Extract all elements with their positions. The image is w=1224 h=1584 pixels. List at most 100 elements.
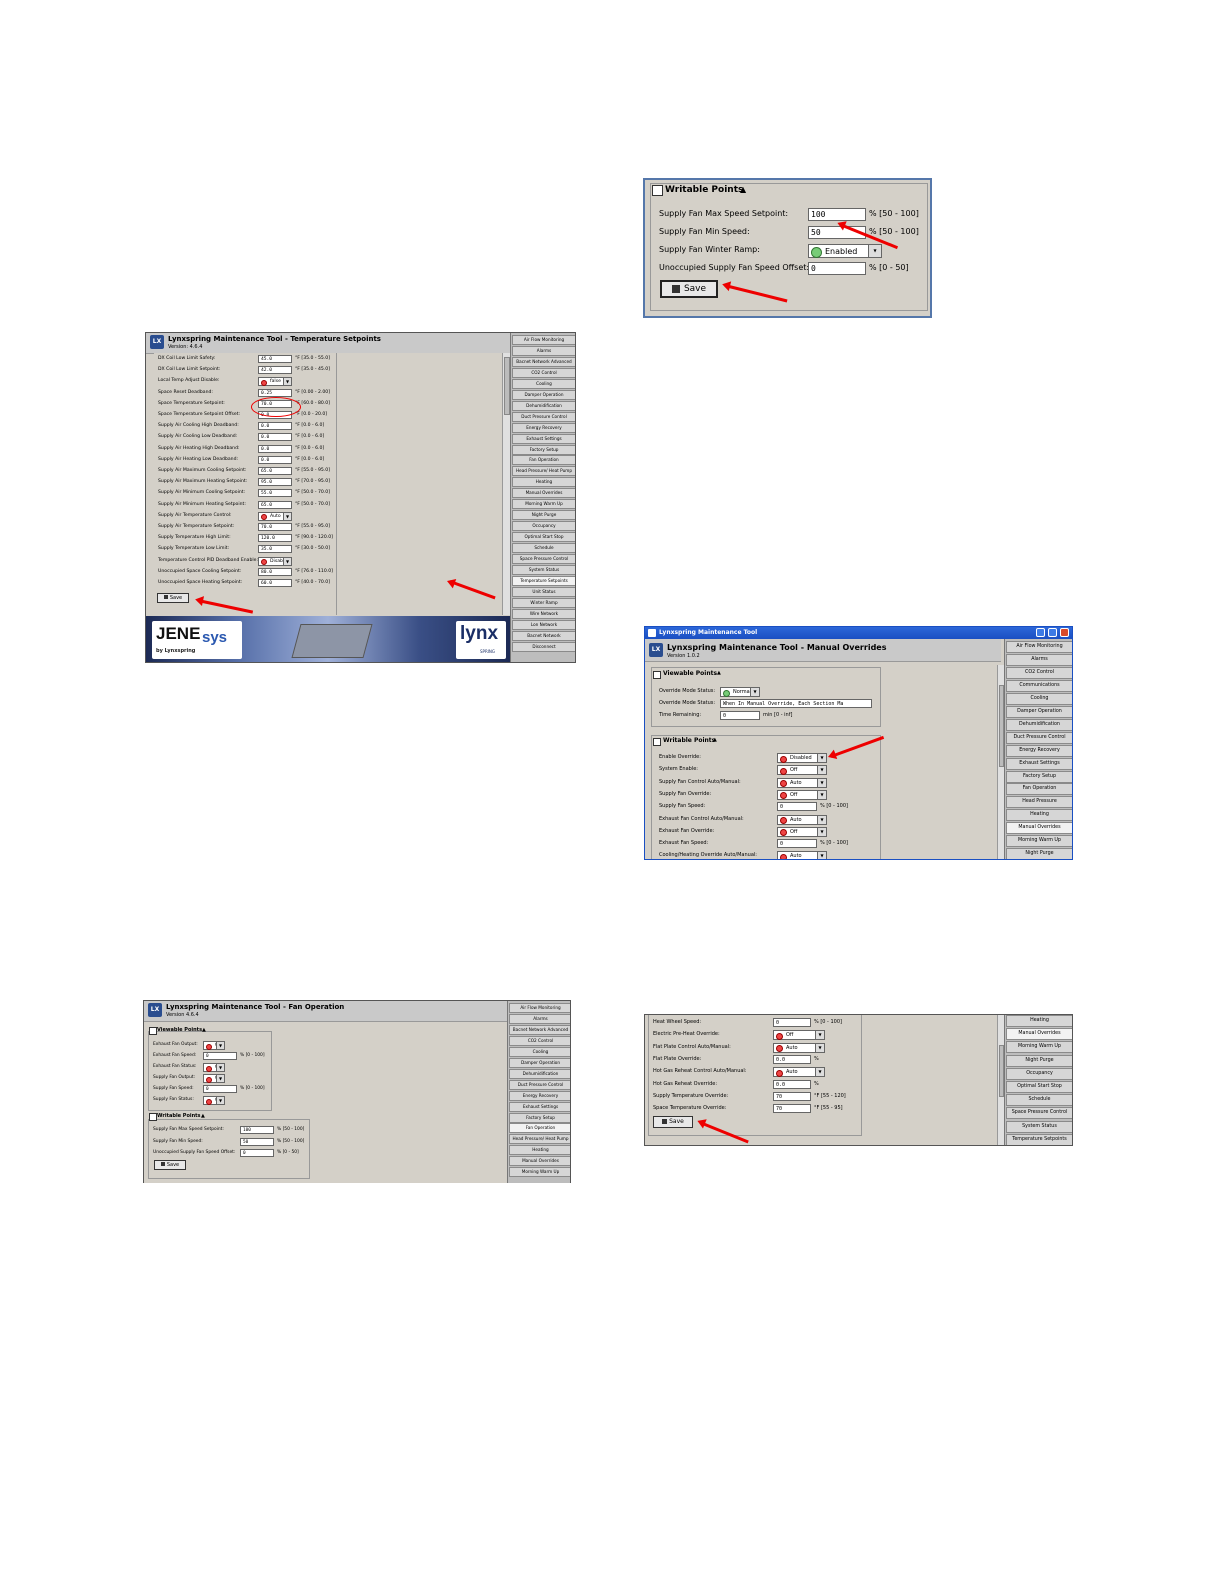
- value-field[interactable]: 0.0: [258, 422, 292, 431]
- sidebar-item[interactable]: Morning Warm Up: [1006, 1041, 1072, 1054]
- chevron-down-icon[interactable]: ▼: [216, 1097, 224, 1104]
- sidebar-item[interactable]: Wire Network: [512, 608, 575, 619]
- sidebar-item[interactable]: Bacnet Network Advanced: [509, 1024, 570, 1035]
- dropdown-select[interactable]: Off▼: [777, 765, 827, 776]
- save-button[interactable]: Save: [660, 280, 718, 298]
- value-field[interactable]: 50: [240, 1137, 274, 1146]
- sidebar-item[interactable]: Winter Ramp: [512, 597, 575, 608]
- value-field[interactable]: 0: [203, 1052, 237, 1060]
- collapse-icon[interactable]: ▲: [717, 670, 721, 676]
- sidebar-item[interactable]: Exhaust Settings: [512, 433, 575, 444]
- chevron-down-icon[interactable]: ▼: [216, 1075, 224, 1082]
- sidebar-item[interactable]: Heating: [1006, 809, 1072, 822]
- chevron-down-icon[interactable]: ▼: [868, 245, 881, 257]
- value-field[interactable]: 0.0: [258, 444, 292, 453]
- value-field[interactable]: 70.0: [258, 523, 292, 531]
- chevron-down-icon[interactable]: ▼: [817, 766, 826, 775]
- sidebar-item[interactable]: Damper Operation: [1006, 705, 1072, 718]
- dropdown-select[interactable]: Off▼: [203, 1096, 225, 1105]
- sidebar-item[interactable]: Dehumidification: [1006, 718, 1072, 731]
- value-field[interactable]: 95.0: [258, 478, 292, 487]
- chevron-down-icon[interactable]: ▼: [216, 1042, 224, 1049]
- sidebar-item[interactable]: Optimal Start Stop: [512, 532, 575, 543]
- dropdown-select[interactable]: Normal ▼: [720, 687, 760, 697]
- dropdown-select[interactable]: false ▼: [258, 377, 292, 387]
- sidebar-item[interactable]: System Status: [1006, 1120, 1072, 1133]
- sidebar-item[interactable]: Temperature Setpoints: [1006, 1133, 1072, 1145]
- dropdown-select[interactable]: Off▼: [777, 789, 827, 800]
- sidebar-item[interactable]: Factory Setup: [512, 444, 575, 455]
- chevron-down-icon[interactable]: ▼: [283, 557, 291, 565]
- chevron-down-icon[interactable]: ▼: [817, 790, 826, 799]
- sidebar-item[interactable]: Fan Operation: [509, 1123, 570, 1134]
- minimize-icon[interactable]: [1036, 628, 1045, 637]
- chevron-down-icon[interactable]: ▼: [817, 754, 826, 762]
- chevron-down-icon[interactable]: ▼: [817, 778, 826, 787]
- sidebar-item[interactable]: CO2 Control: [1006, 666, 1072, 679]
- sidebar-item[interactable]: Energy Recovery: [1006, 744, 1072, 757]
- sidebar-item[interactable]: Bacnet Network: [512, 630, 575, 641]
- sidebar-item[interactable]: Night Purge: [1006, 848, 1072, 859]
- sidebar-item[interactable]: Alarms: [509, 1013, 570, 1024]
- value-field[interactable]: 100: [240, 1126, 274, 1134]
- dropdown-select[interactable]: Off▼: [203, 1041, 225, 1050]
- sidebar-item[interactable]: Fan Operation: [1006, 783, 1072, 796]
- chevron-down-icon[interactable]: ▼: [283, 512, 291, 520]
- sidebar-item[interactable]: Duct Pressure Control: [509, 1079, 570, 1090]
- value-field[interactable]: 0: [777, 839, 817, 849]
- sidebar-item[interactable]: Cooling: [509, 1046, 570, 1057]
- value-field[interactable]: 0: [808, 262, 866, 275]
- value-field[interactable]: 120.0: [258, 534, 292, 543]
- dropdown-select[interactable]: Off▼: [203, 1074, 225, 1083]
- sidebar-item[interactable]: Schedule: [1006, 1094, 1072, 1107]
- dropdown-select[interactable]: Auto ▼: [258, 511, 292, 521]
- sidebar-item[interactable]: Dehumidification: [512, 400, 575, 411]
- save-button[interactable]: Save: [157, 593, 189, 603]
- sidebar-item[interactable]: Alarms: [512, 345, 575, 356]
- value-field[interactable]: 0.25: [258, 388, 292, 397]
- sidebar-item[interactable]: Air Flow Monitoring: [1006, 641, 1072, 653]
- sidebar-item[interactable]: Exhaust Settings: [1006, 757, 1072, 770]
- maximize-icon[interactable]: [1048, 628, 1057, 637]
- sidebar-item[interactable]: Air Flow Monitoring: [509, 1003, 570, 1013]
- sidebar-item[interactable]: Schedule: [512, 543, 575, 554]
- sidebar-item[interactable]: System Status: [512, 564, 575, 575]
- close-icon[interactable]: [1060, 628, 1069, 637]
- sidebar-item[interactable]: Head Pressure/ Heat Pump: [512, 466, 575, 477]
- sidebar-item[interactable]: Space Pressure Control: [512, 554, 575, 564]
- sidebar-item[interactable]: Damper Operation: [512, 389, 575, 400]
- sidebar-item[interactable]: Alarms: [1006, 653, 1072, 666]
- sidebar-item[interactable]: Manual Overrides: [1006, 1028, 1072, 1041]
- sidebar-item[interactable]: Space Pressure Control: [1006, 1107, 1072, 1120]
- sidebar-item[interactable]: CO2 Control: [509, 1035, 570, 1046]
- sidebar-item[interactable]: Air Flow Monitoring: [512, 335, 575, 345]
- value-field[interactable]: 65.0: [258, 500, 292, 509]
- dropdown-select[interactable]: Disable ▼: [258, 556, 292, 566]
- value-field[interactable]: 60.0: [258, 579, 292, 587]
- sidebar-item[interactable]: Manual Overrides: [512, 488, 575, 499]
- sidebar-item[interactable]: Occupancy: [1006, 1067, 1072, 1080]
- value-field[interactable]: 100: [808, 208, 866, 221]
- save-button[interactable]: Save: [653, 1116, 693, 1128]
- value-field[interactable]: 0: [203, 1085, 237, 1093]
- collapse-icon[interactable]: ▲: [713, 737, 717, 743]
- dropdown-select[interactable]: Enabled ▼: [808, 244, 882, 258]
- collapse-icon[interactable]: ▲: [201, 1113, 205, 1119]
- chevron-down-icon[interactable]: ▼: [750, 688, 759, 696]
- sidebar-item[interactable]: Morning Warm Up: [512, 499, 575, 510]
- sidebar-item[interactable]: Heating: [512, 477, 575, 488]
- dropdown-select[interactable]: Auto ▼: [777, 777, 827, 788]
- chevron-down-icon[interactable]: ▼: [283, 378, 291, 386]
- sidebar-item[interactable]: Night Purge: [1006, 1054, 1072, 1067]
- sidebar-item[interactable]: Duct Pressure Control: [1006, 731, 1072, 744]
- value-field[interactable]: 42.0: [258, 366, 292, 375]
- sidebar-item[interactable]: Manual Overrides: [509, 1156, 570, 1167]
- value-field[interactable]: 0: [240, 1149, 274, 1157]
- sidebar-item[interactable]: Duct Pressure Control: [512, 411, 575, 422]
- sidebar-item[interactable]: Cooling: [512, 378, 575, 389]
- chevron-down-icon[interactable]: ▼: [817, 852, 826, 859]
- save-button[interactable]: Save: [154, 1160, 186, 1170]
- sidebar-item[interactable]: Bacnet Network Advanced: [512, 356, 575, 367]
- sidebar-item[interactable]: CO2 Control: [512, 367, 575, 378]
- sidebar-item[interactable]: Fan Operation: [512, 455, 575, 466]
